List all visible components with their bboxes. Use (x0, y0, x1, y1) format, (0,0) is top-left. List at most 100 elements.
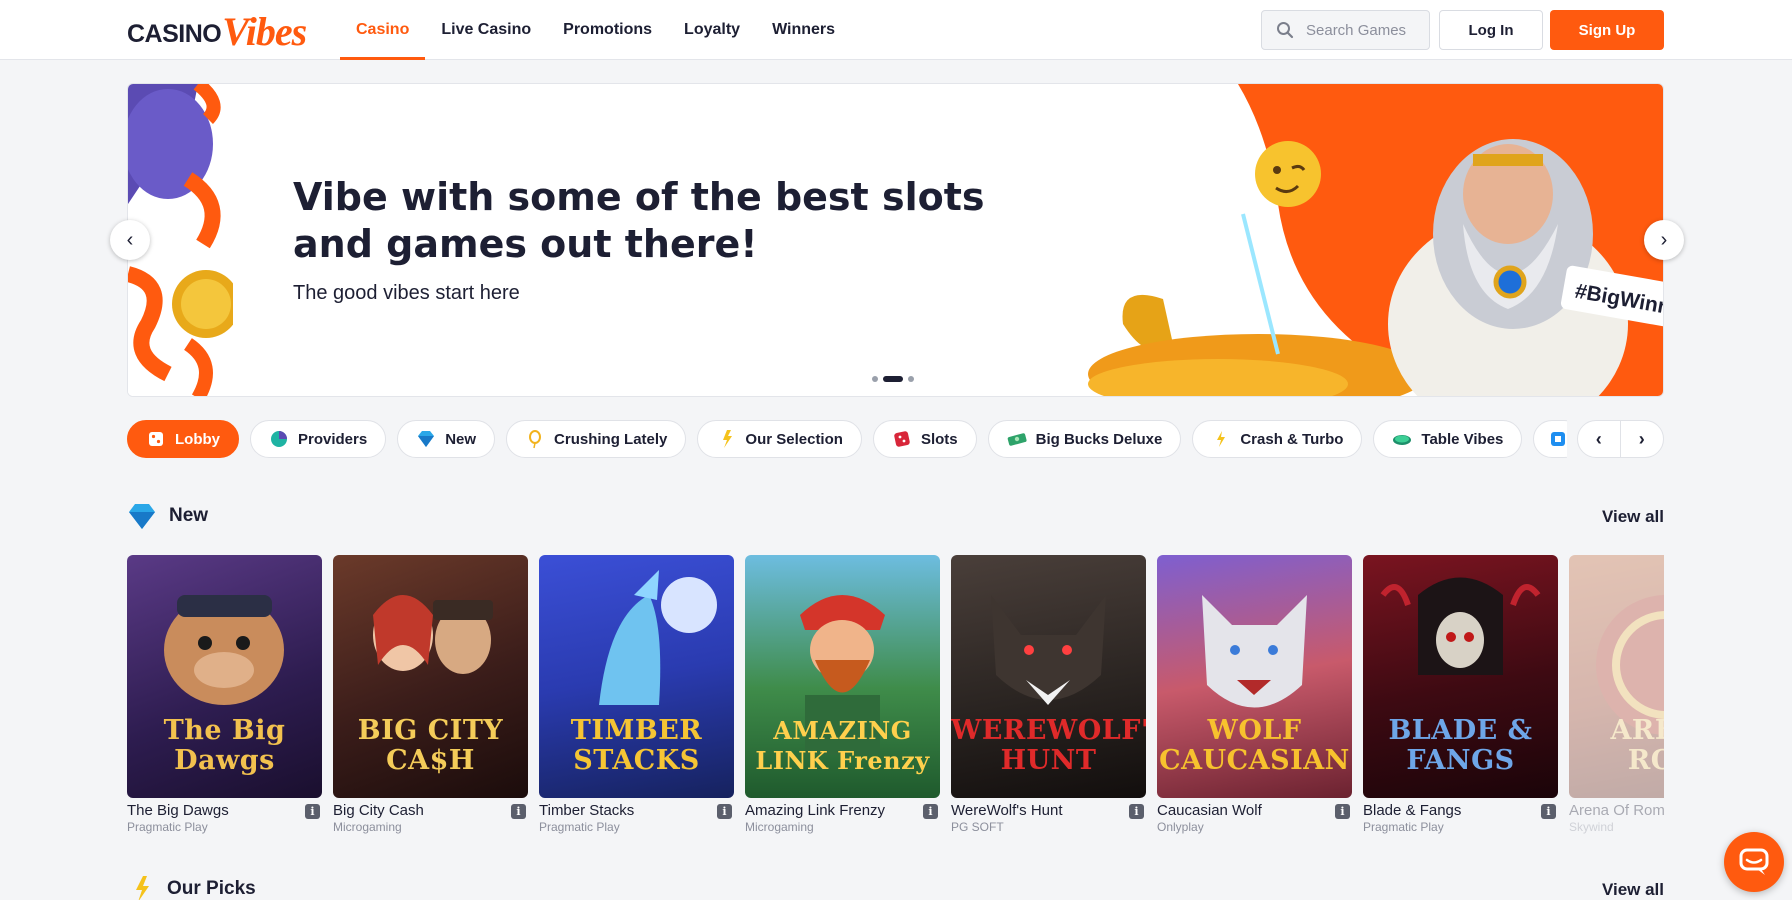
game-provider: Onlyplay (1157, 820, 1204, 834)
game-card[interactable]: WOLF CAUCASIAN Caucasian Wolf Onlyplay i (1157, 555, 1352, 840)
category-scroll-controls: ‹ › (1577, 420, 1664, 458)
category-label: Big Bucks Deluxe (1035, 430, 1163, 448)
new-games-row: The Big Dawgs The Big Dawgs Pragmatic Pl… (127, 555, 1664, 840)
diamond-icon (129, 504, 155, 529)
category-lobby[interactable]: Lobby (127, 420, 239, 458)
view-all-picks-link[interactable]: View all (1563, 880, 1664, 900)
game-provider: PG SOFT (951, 820, 1004, 834)
star-icon (136, 876, 149, 900)
game-thumbnail[interactable]: WOLF CAUCASIAN (1157, 555, 1352, 798)
nav-live-casino[interactable]: Live Casino (425, 0, 547, 60)
casino-vibes-logo[interactable]: CASINO Vibes (127, 8, 307, 54)
game-provider: Pragmatic Play (539, 820, 620, 834)
category-new[interactable]: New (397, 420, 496, 458)
game-thumbnail[interactable]: AMAZING LINK Frenzy (745, 555, 940, 798)
game-thumbnail[interactable]: TIMBER STACKS (539, 555, 734, 798)
logo-text-vibes: Vibes (222, 9, 307, 54)
slide-dot-1[interactable] (872, 376, 878, 382)
category-slots[interactable]: Slots (872, 420, 977, 458)
game-name: Timber Stacks (539, 802, 635, 819)
game-card[interactable]: TIMBER STACKS Timber Stacks Pragmatic Pl… (539, 555, 734, 840)
game-art-title: The Big Dawgs (163, 715, 286, 776)
hero-banner: Vibe with some of the best slots and gam… (127, 83, 1664, 397)
search-icon (1277, 22, 1294, 39)
game-card[interactable]: WEREWOLF'S HUNT WereWolf's Hunt PG SOFT … (951, 555, 1146, 840)
game-card[interactable]: BIG CITY CA$H Big City Cash Microgaming … (333, 555, 528, 840)
info-icon[interactable]: i (1541, 804, 1556, 819)
nav-promotions[interactable]: Promotions (547, 0, 668, 60)
game-card[interactable]: AMAZING LINK Frenzy Amazing Link Frenzy … (745, 555, 940, 840)
category-more-peek[interactable] (1533, 420, 1567, 458)
diamond-icon (418, 431, 435, 447)
banner-title: Vibe with some of the best slots and gam… (293, 175, 985, 266)
category-label: New (445, 430, 477, 448)
view-all-new-link[interactable]: View all (1563, 507, 1664, 527)
game-art-title: AMAZING LINK Frenzy (755, 716, 930, 775)
game-card[interactable]: BLADE & FANGS Blade & Fangs Pragmatic Pl… (1363, 555, 1558, 840)
info-icon[interactable]: i (717, 804, 732, 819)
category-next-button[interactable]: › (1621, 421, 1664, 457)
game-name: Big City Cash (333, 802, 424, 819)
nav-loyalty[interactable]: Loyalty (668, 0, 756, 60)
game-card[interactable]: The Big Dawgs The Big Dawgs Pragmatic Pl… (127, 555, 322, 840)
category-providers[interactable]: Providers (250, 420, 387, 458)
login-button[interactable]: Log In (1439, 10, 1543, 50)
game-thumbnail[interactable]: The Big Dawgs (127, 555, 322, 798)
slide-indicators (872, 376, 914, 382)
game-name: WereWolf's Hunt (951, 802, 1063, 819)
game-name: Caucasian Wolf (1157, 802, 1262, 819)
game-thumbnail[interactable]: BIG CITY CA$H (333, 555, 528, 798)
info-icon[interactable]: i (511, 804, 526, 819)
game-thumbnail[interactable]: ARENA ROM (1569, 555, 1664, 798)
game-name: Blade & Fangs (1363, 802, 1462, 819)
game-art-title: WEREWOLF'S HUNT (951, 715, 1146, 776)
info-icon[interactable]: i (923, 804, 938, 819)
category-crushing-lately[interactable]: Crushing Lately (506, 420, 687, 458)
search-box[interactable] (1261, 10, 1430, 50)
banner-next-button[interactable]: › (1644, 220, 1684, 260)
category-crash-turbo[interactable]: Crash & Turbo (1192, 420, 1363, 458)
category-label: Our Selection (745, 430, 843, 448)
lobby-icon (149, 432, 163, 446)
section-our-picks-header: Our Picks (127, 872, 256, 900)
site-header: CASINO Vibes Casino Live Casino Promotio… (0, 0, 1792, 60)
chevron-left-icon: ‹ (126, 228, 134, 251)
slide-dot-3[interactable] (908, 376, 914, 382)
live-chat-button[interactable] (1724, 832, 1784, 892)
signup-button[interactable]: Sign Up (1550, 10, 1664, 50)
money-icon (1007, 433, 1027, 446)
providers-icon (271, 431, 287, 447)
lightning-icon (1217, 431, 1226, 447)
nav-casino[interactable]: Casino (340, 0, 426, 60)
game-thumbnail[interactable]: BLADE & FANGS (1363, 555, 1558, 798)
game-art-title: BLADE & FANGS (1388, 715, 1533, 776)
category-label: Slots (920, 430, 958, 448)
info-icon[interactable]: i (305, 804, 320, 819)
info-icon[interactable]: i (1335, 804, 1350, 819)
category-label: Table Vibes (1421, 430, 1504, 448)
section-title: New (169, 505, 209, 526)
game-provider: Skywind (1569, 820, 1614, 834)
game-name: Amazing Link Frenzy (745, 802, 886, 819)
chevron-right-icon: › (1638, 428, 1645, 449)
category-big-bucks-deluxe[interactable]: Big Bucks Deluxe (987, 420, 1182, 458)
game-art-title: TIMBER STACKS (570, 715, 703, 776)
category-table-vibes[interactable]: Table Vibes (1373, 420, 1523, 458)
game-art-title: BIG CITY CA$H (357, 715, 504, 776)
main-nav: Casino Live Casino Promotions Loyalty Wi… (340, 0, 851, 60)
section-new-header: New (127, 499, 208, 533)
category-label: Crash & Turbo (1240, 430, 1344, 448)
info-icon[interactable]: i (1129, 804, 1144, 819)
star-icon (723, 430, 733, 448)
nav-winners[interactable]: Winners (756, 0, 851, 60)
category-prev-button[interactable]: ‹ (1578, 421, 1621, 457)
category-label: Lobby (175, 430, 220, 448)
search-input[interactable] (1306, 21, 1426, 39)
game-thumbnail[interactable]: WEREWOLF'S HUNT (951, 555, 1146, 798)
game-card[interactable]: ARENA ROM Arena Of Rom Skywind (1569, 555, 1664, 840)
chevron-left-icon: ‹ (1595, 428, 1602, 449)
dice-icon (894, 431, 910, 447)
category-our-selection[interactable]: Our Selection (697, 420, 862, 458)
slide-dot-2[interactable] (883, 376, 903, 382)
banner-prev-button[interactable]: ‹ (110, 220, 150, 260)
